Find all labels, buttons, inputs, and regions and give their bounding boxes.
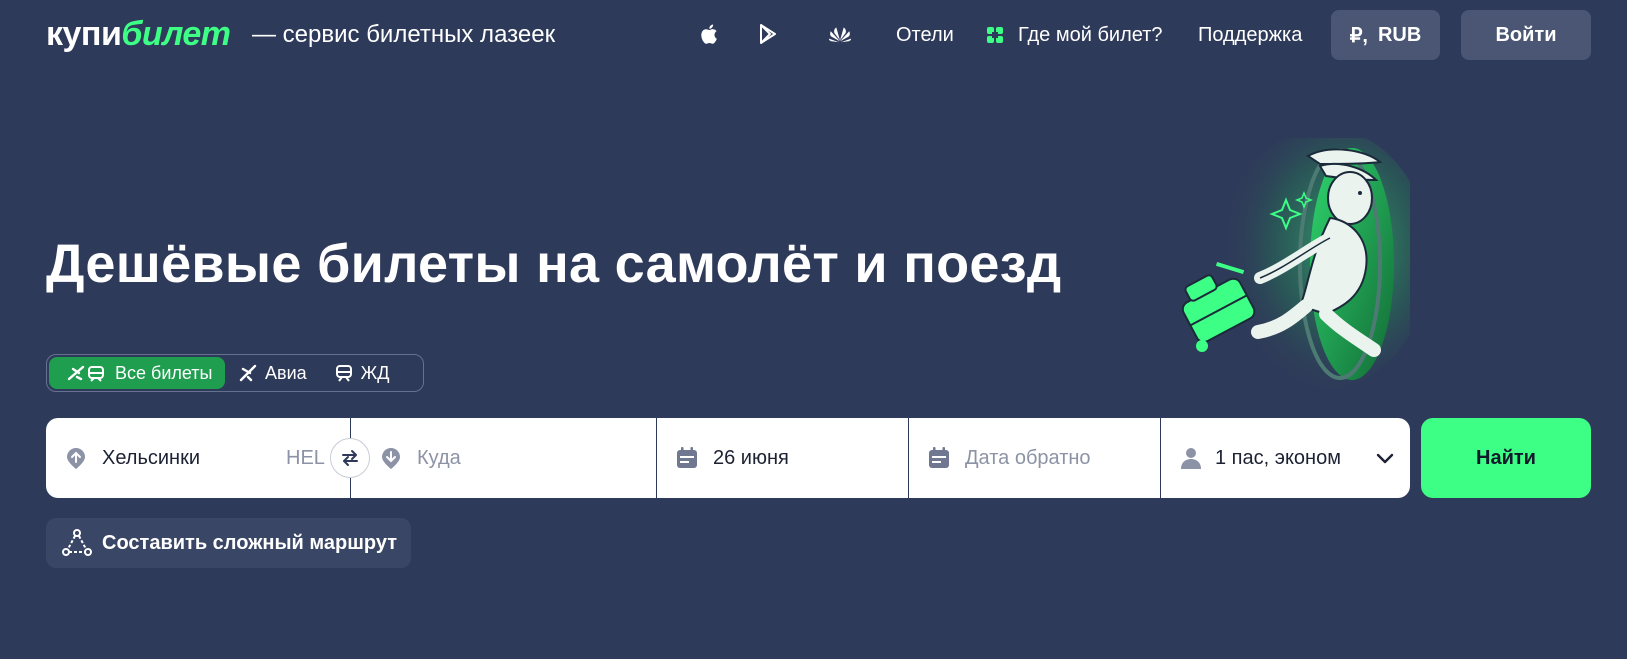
chevron-down-icon bbox=[1376, 453, 1394, 464]
tab-all-tickets-label: Все билеты bbox=[115, 362, 213, 383]
google-play-icon[interactable] bbox=[756, 22, 780, 46]
user-icon bbox=[1181, 448, 1201, 469]
tagline: — сервис билетных лазеек bbox=[252, 21, 556, 48]
departure-date-field[interactable]: 26 июня bbox=[656, 418, 908, 498]
calendar-icon bbox=[677, 447, 697, 468]
origin-iata: HEL bbox=[286, 447, 325, 469]
swap-arrows-icon bbox=[342, 450, 358, 466]
destination-field[interactable]: Куда bbox=[350, 418, 656, 498]
ticket-search-icon bbox=[987, 27, 1003, 43]
tab-all-tickets[interactable]: Все билеты bbox=[49, 357, 225, 389]
nav-support[interactable]: Поддержка bbox=[1198, 22, 1302, 48]
plane-train-icon bbox=[67, 365, 104, 382]
nav-hotels[interactable]: Отели bbox=[896, 22, 954, 48]
search-form: Хельсинки HEL Куда 26 июня Дата обратно … bbox=[46, 418, 1410, 498]
origin-value: Хельсинки bbox=[102, 447, 201, 469]
rabbit-traveler-illustration bbox=[1181, 138, 1410, 388]
destination-pin-icon bbox=[382, 448, 400, 469]
tab-rail-label: ЖД bbox=[360, 362, 390, 383]
login-button[interactable]: Войти bbox=[1461, 10, 1591, 60]
huawei-icon[interactable] bbox=[828, 22, 852, 46]
origin-pin-icon bbox=[67, 448, 85, 469]
departure-date-value: 26 июня bbox=[713, 447, 789, 469]
swap-cities-button[interactable] bbox=[330, 438, 370, 478]
search-button[interactable]: Найти bbox=[1421, 418, 1591, 498]
route-triangle-icon bbox=[62, 529, 92, 556]
nav-where-my-ticket[interactable]: Где мой билет? bbox=[1018, 22, 1162, 48]
train-icon bbox=[335, 365, 352, 382]
page-title: Дешёвые билеты на самолёт и поезд bbox=[46, 234, 1062, 294]
logo-part-bilet: билет bbox=[121, 15, 231, 53]
tab-avia-label: Авиа bbox=[265, 362, 307, 383]
tab-rail[interactable]: ЖД bbox=[321, 357, 404, 389]
header: купибилет — сервис билетных лазеек Отели bbox=[0, 0, 1627, 72]
passengers-value: 1 пас, эконом bbox=[1215, 447, 1341, 469]
complex-route-label: Составить сложный маршрут bbox=[102, 531, 398, 554]
logo-part-kupi: купи bbox=[46, 15, 122, 53]
currency-code: RUB bbox=[1377, 23, 1422, 46]
complex-route-button[interactable]: Составить сложный маршрут bbox=[46, 518, 411, 568]
calendar-return-icon bbox=[929, 447, 949, 468]
origin-field[interactable]: Хельсинки HEL bbox=[46, 418, 370, 498]
passengers-field[interactable]: 1 пас, эконом bbox=[1160, 418, 1410, 498]
destination-placeholder: Куда bbox=[417, 447, 461, 469]
plane-icon bbox=[239, 364, 257, 382]
logo[interactable]: купибилет bbox=[46, 14, 231, 54]
currency-symbol: ₽, bbox=[1349, 24, 1368, 47]
tab-avia[interactable]: Авиа bbox=[225, 357, 321, 389]
apple-icon[interactable] bbox=[698, 22, 722, 46]
return-date-field[interactable]: Дата обратно bbox=[908, 418, 1160, 498]
return-date-placeholder: Дата обратно bbox=[965, 447, 1091, 469]
currency-button[interactable]: ₽, RUB bbox=[1331, 10, 1440, 60]
transport-mode-tabs: Все билеты Авиа ЖД bbox=[46, 354, 424, 392]
